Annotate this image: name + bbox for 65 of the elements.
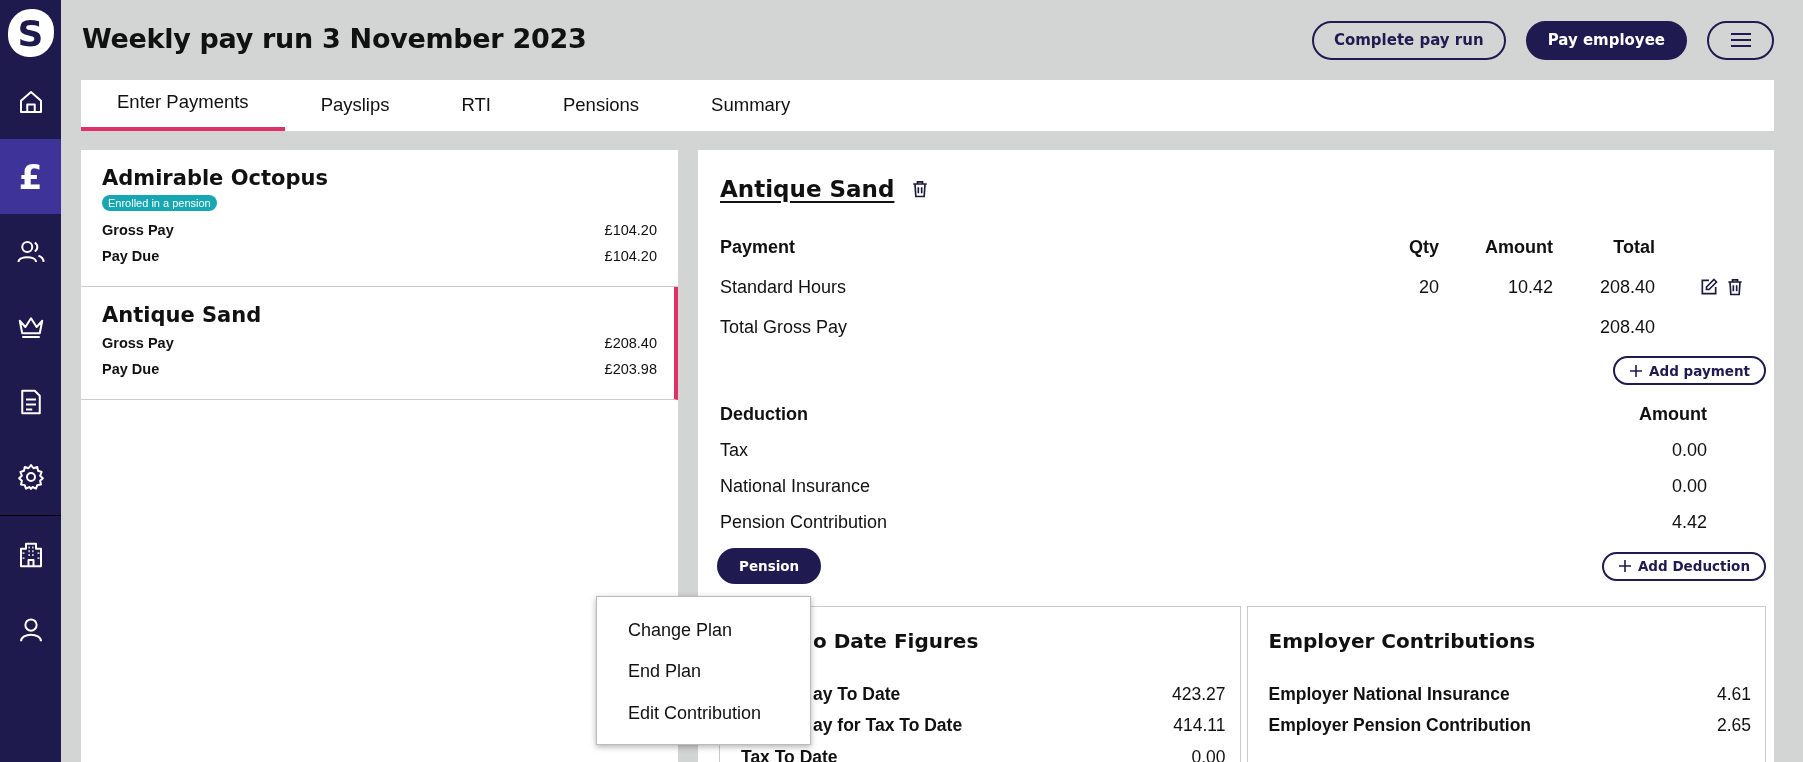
column-header: Amount: [1638, 402, 1707, 426]
figure-label: ay To Date: [812, 683, 901, 706]
pay-label: Gross Pay: [102, 334, 174, 353]
page-title: Weekly pay run 3 November 2023: [82, 22, 588, 54]
figure-value: 423.27: [1171, 683, 1226, 706]
column-header: Deduction: [720, 402, 809, 426]
menu-item[interactable]: End Plan: [597, 661, 810, 703]
pay-label: Pay Due: [102, 247, 160, 266]
table-cell-text: 208.40: [1598, 315, 1655, 339]
column-header: Amount: [1484, 235, 1553, 259]
menu-item[interactable]: Change Plan: [597, 620, 810, 662]
figure-label: Employer National Insurance: [1268, 683, 1510, 706]
column-header: Payment: [720, 235, 797, 259]
pay-label: Pay Due: [102, 360, 160, 379]
tab[interactable]: Summary: [675, 82, 827, 131]
table-cell-text: 10.42: [1506, 275, 1553, 299]
tab[interactable]: Payslips: [284, 82, 426, 131]
settings-icon: [15, 461, 46, 492]
pay-value: £203.98: [604, 360, 657, 379]
employee-heading[interactable]: Antique Sand: [720, 176, 895, 202]
tab[interactable]: RTI: [425, 82, 527, 131]
add-payment-button[interactable]: Add payment: [1613, 356, 1766, 385]
pay-value: £104.20: [604, 247, 657, 266]
plus-icon: [1629, 363, 1644, 378]
figure-label: Employer Pension Contribution: [1268, 714, 1531, 737]
table-cell-text: Standard Hours: [720, 275, 848, 299]
table-cell-text: 0.00: [1670, 438, 1707, 462]
figure-value: 4.61: [1716, 683, 1751, 706]
menu-button[interactable]: [1707, 20, 1774, 60]
menu-item[interactable]: Edit Contribution: [597, 702, 810, 744]
pay-employee-button[interactable]: Pay employee: [1525, 20, 1687, 60]
table-cell-text: Tax: [720, 438, 749, 462]
table-cell-text: 20: [1417, 275, 1439, 299]
card-title: o Date Figures: [812, 629, 980, 653]
table-cell-text: 4.42: [1670, 510, 1707, 534]
menu-icon: [1729, 32, 1752, 48]
table-cell-text: National Insurance: [720, 474, 872, 498]
status-badge: Enrolled in a pension: [102, 195, 217, 211]
figure-value: 414.11: [1173, 714, 1226, 737]
add-deduction-button[interactable]: Add Deduction: [1601, 551, 1766, 581]
table-cell-text: 0.00: [1670, 474, 1707, 498]
pound-icon: £: [18, 156, 43, 197]
pension-button[interactable]: Pension: [717, 548, 822, 584]
employee-card[interactable]: Admirable Octopus Enrolled in a pension Gross Pay £104.20 Pay Due £104.20: [81, 150, 678, 287]
table-cell-text: 208.40: [1598, 275, 1655, 299]
tab[interactable]: Pensions: [527, 82, 676, 131]
app-logo[interactable]: S: [7, 9, 54, 57]
sidebar-item[interactable]: £: [0, 139, 61, 214]
plus-icon: [1617, 559, 1632, 573]
figure-value: 2.65: [1716, 714, 1751, 737]
employee-name: Antique Sand: [102, 303, 263, 327]
employee-name: Admirable Octopus: [102, 166, 329, 190]
column-header: Total: [1612, 235, 1655, 259]
tab[interactable]: Enter Payments: [81, 82, 285, 131]
trash-icon[interactable]: [1725, 277, 1745, 297]
card-title: Employer Contributions: [1268, 629, 1537, 653]
table-cell-text: Total Gross Pay: [720, 315, 849, 339]
pay-value: £104.20: [604, 221, 657, 240]
edit-icon[interactable]: [1699, 277, 1719, 297]
table-cell-text: Pension Contribution: [720, 510, 889, 534]
pay-label: Gross Pay: [102, 221, 174, 240]
column-header: Qty: [1408, 235, 1439, 259]
pay-value: £208.40: [604, 334, 657, 353]
complete-button[interactable]: Complete pay run: [1311, 20, 1506, 60]
employee-card[interactable]: Antique Sand Gross Pay £208.40 Pay Due £203.98: [81, 287, 678, 400]
